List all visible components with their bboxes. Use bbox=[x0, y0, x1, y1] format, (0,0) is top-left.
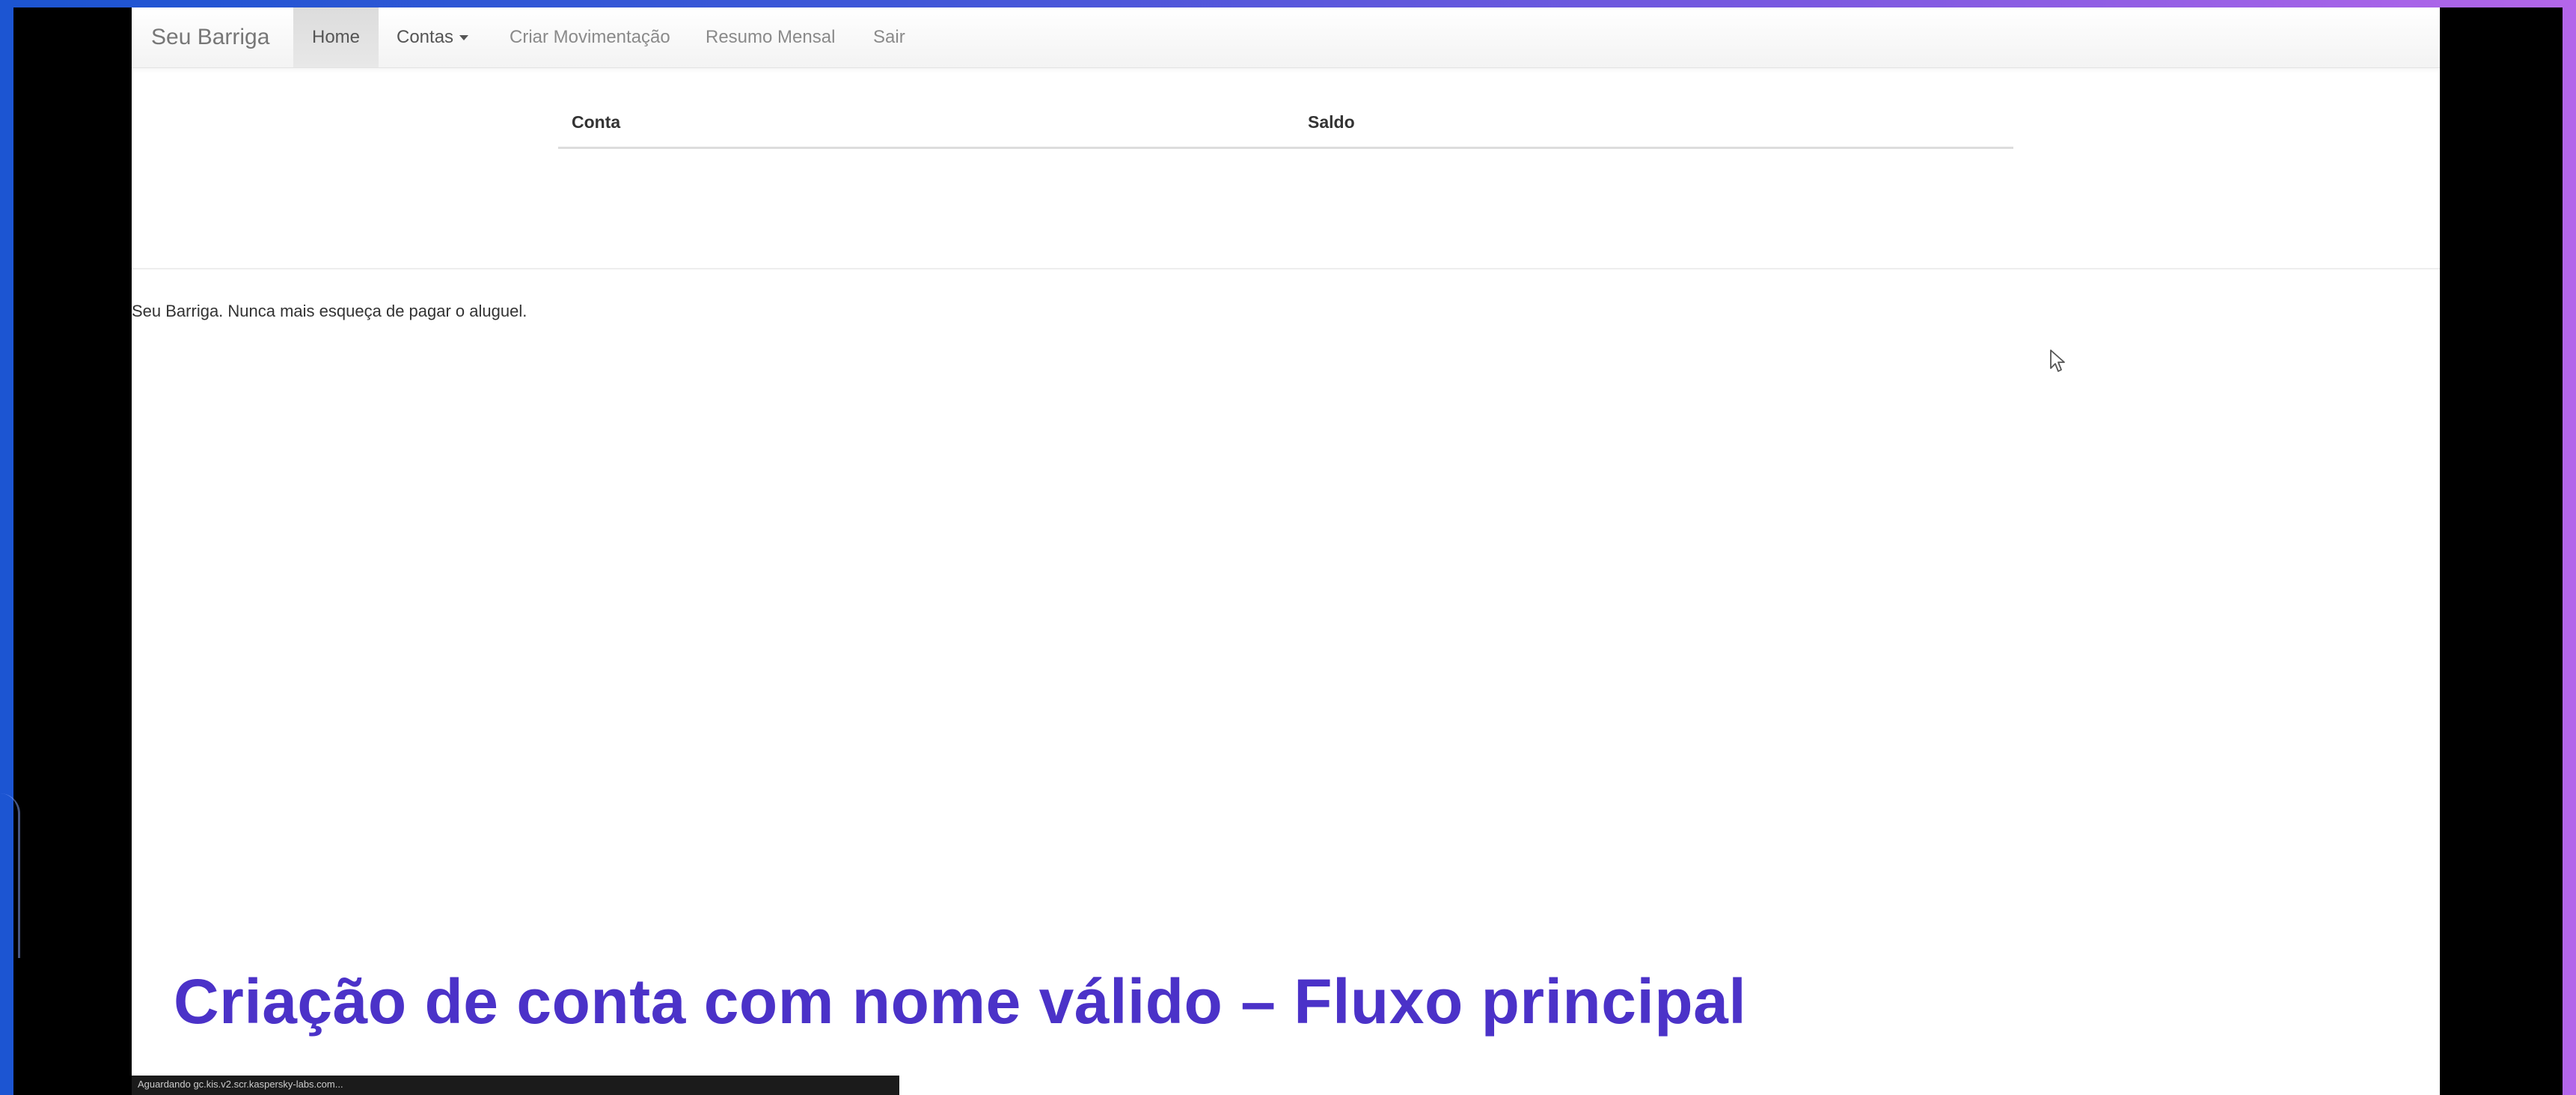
column-header-conta: Conta bbox=[572, 112, 621, 132]
video-caption: Criação de conta com nome válido – Fluxo… bbox=[174, 966, 1747, 1037]
nav-resumo-mensal[interactable]: Resumo Mensal bbox=[706, 7, 835, 67]
right-letterbox bbox=[2440, 7, 2563, 1095]
accounts-table-header: Conta Saldo bbox=[558, 91, 2013, 149]
column-header-saldo: Saldo bbox=[1308, 112, 1355, 132]
browser-viewport: Seu Barriga Home Contas Criar Movimentaç… bbox=[132, 7, 2440, 1095]
caret-down-icon bbox=[459, 35, 469, 41]
footer-text: Seu Barriga. Nunca mais esqueça de pagar… bbox=[132, 302, 527, 320]
nav-criar-movimentacao[interactable]: Criar Movimentação bbox=[510, 7, 670, 67]
nav-contas-dropdown[interactable]: Contas bbox=[397, 7, 469, 67]
top-navbar: Seu Barriga Home Contas Criar Movimentaç… bbox=[132, 7, 2440, 68]
decorative-swoosh bbox=[0, 793, 20, 958]
left-letterbox bbox=[13, 7, 132, 1095]
nav-home[interactable]: Home bbox=[293, 7, 379, 67]
mouse-pointer-icon bbox=[2050, 350, 2065, 372]
brand-link[interactable]: Seu Barriga bbox=[151, 7, 269, 67]
footer-divider bbox=[132, 268, 2440, 269]
nav-contas-label: Contas bbox=[397, 27, 454, 47]
browser-status-bar: Aguardando gc.kis.v2.scr.kaspersky-labs.… bbox=[132, 1076, 899, 1095]
nav-sair[interactable]: Sair bbox=[873, 7, 905, 67]
status-text: Aguardando gc.kis.v2.scr.kaspersky-labs.… bbox=[138, 1079, 343, 1090]
